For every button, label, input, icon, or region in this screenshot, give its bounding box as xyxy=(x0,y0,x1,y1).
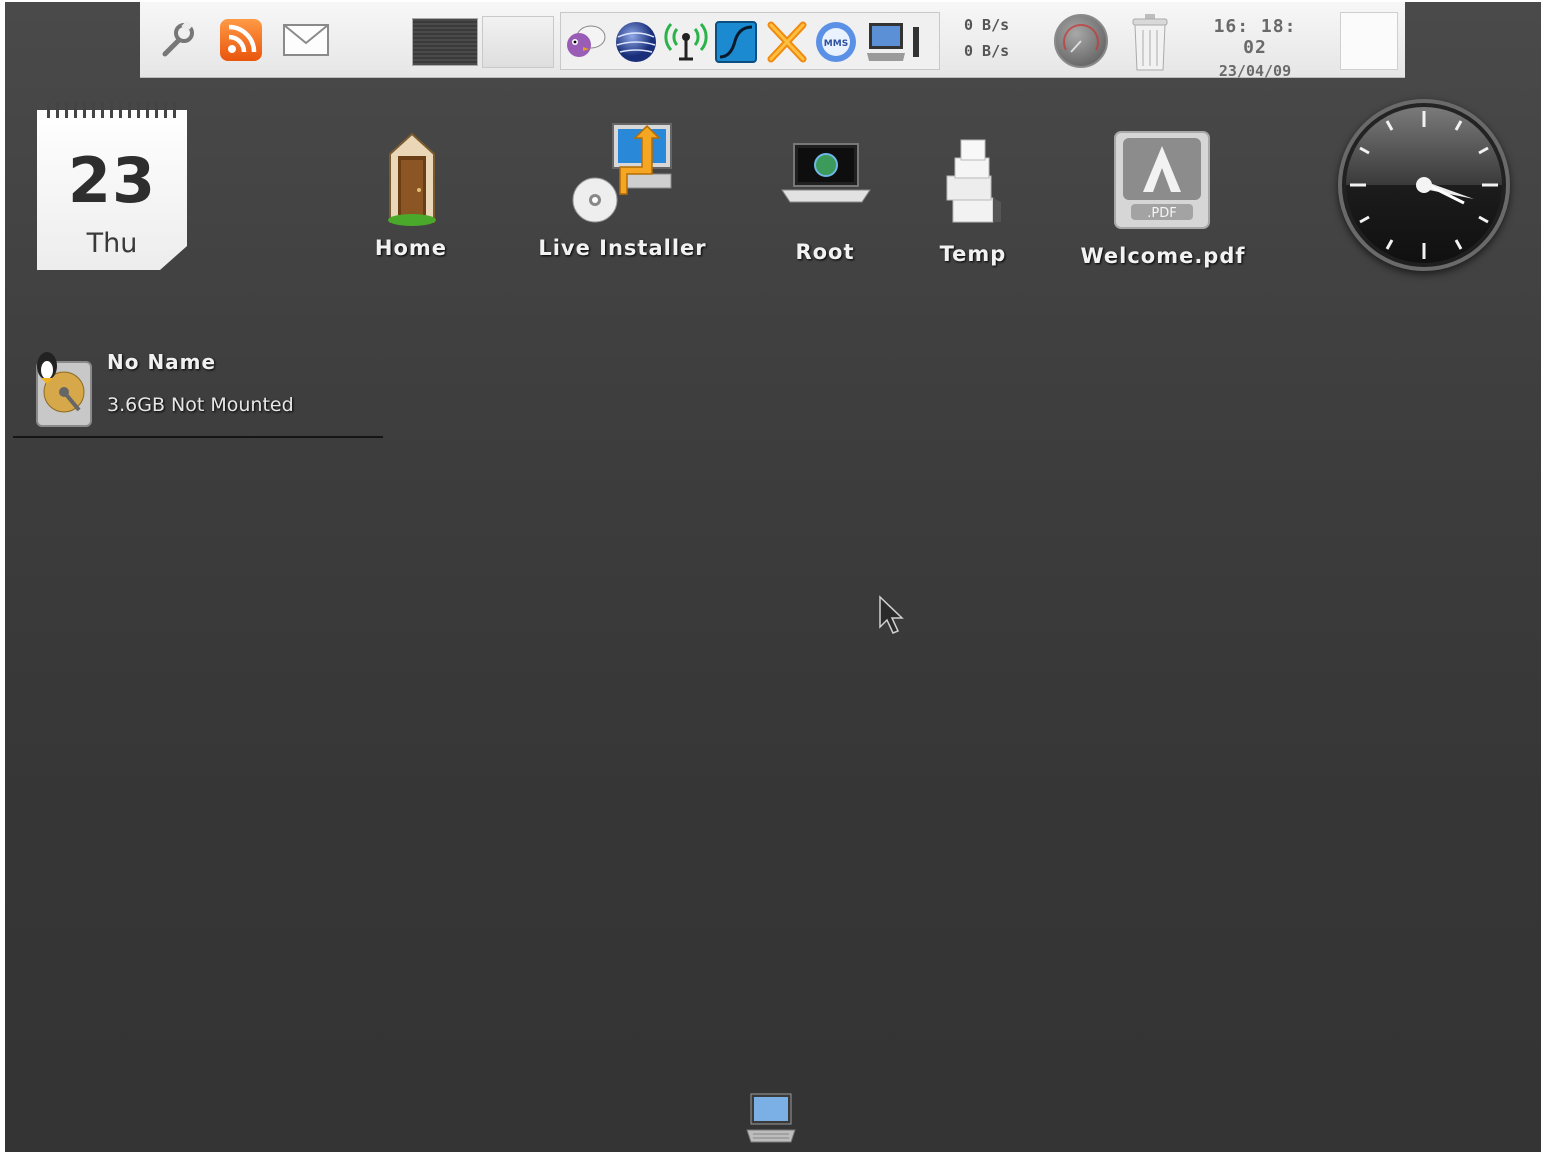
net-upload-speed: 0 B/s xyxy=(964,42,1010,60)
laptop-icon xyxy=(780,142,872,212)
desktop-icon-home[interactable]: Home xyxy=(361,130,461,270)
panel-clock-date: 23/04/09 xyxy=(1218,62,1292,80)
desktop-icon-label: Temp xyxy=(939,242,1007,266)
top-panel: MMS 0 B/s 0 B/s 16: 18: 02 23/04/09 xyxy=(140,2,1405,80)
panel-clock-time: 16: 18: 02 xyxy=(1213,16,1297,58)
net-speed-monitor[interactable]: 0 B/s 0 B/s xyxy=(960,12,1030,70)
pdf-icon: .PDF xyxy=(1113,130,1211,234)
svg-text:.PDF: .PDF xyxy=(1147,206,1176,221)
computer-icon[interactable] xyxy=(745,1092,797,1144)
analog-clock-widget[interactable] xyxy=(1338,99,1510,271)
desktop-icon-label: Live Installer xyxy=(538,236,707,260)
door-icon xyxy=(386,130,438,230)
rss-icon[interactable] xyxy=(220,19,262,61)
desktop[interactable]: MMS 0 B/s 0 B/s 16: 18: 02 23/04/09 23 T… xyxy=(5,2,1541,1152)
envelope-icon[interactable] xyxy=(282,22,330,58)
desktop-icon-root[interactable]: Root xyxy=(775,134,875,274)
show-desktop-button[interactable] xyxy=(1340,12,1398,70)
wrench-icon[interactable] xyxy=(157,20,197,60)
installer-icon xyxy=(571,122,677,230)
trash-icon[interactable] xyxy=(1125,12,1173,72)
cpu-gauge-icon[interactable] xyxy=(1054,14,1108,68)
tray-separator xyxy=(913,27,919,57)
drive-item[interactable]: No Name 3.6GB Not Mounted xyxy=(13,342,383,438)
desktop-icon-label: Home xyxy=(374,236,448,260)
drive-status: 3.6GB Not Mounted xyxy=(107,394,294,416)
boxes-icon xyxy=(941,136,1007,232)
svg-text:MMS: MMS xyxy=(824,39,848,49)
calendar-widget[interactable]: 23 Thu xyxy=(37,102,187,272)
desktop-icon-label: Welcome.pdf xyxy=(1080,244,1246,268)
mouse-cursor-icon xyxy=(878,595,908,643)
hard-drive-icon xyxy=(29,348,95,432)
mms-icon[interactable]: MMS xyxy=(813,19,859,65)
desktop-icon-welcome-pdf[interactable]: .PDF Welcome.pdf xyxy=(1073,130,1253,275)
net-download-speed: 0 B/s xyxy=(964,16,1010,34)
chat-icon[interactable] xyxy=(563,19,609,65)
system-tray: MMS xyxy=(560,12,940,70)
wireless-icon[interactable] xyxy=(663,19,709,65)
desktop-icon-label: Root xyxy=(795,240,855,264)
x-tools-icon[interactable] xyxy=(763,19,809,65)
desktop-icon-live-installer[interactable]: Live Installer xyxy=(535,122,710,272)
monitor-graph-icon[interactable] xyxy=(713,19,759,65)
globe-icon[interactable] xyxy=(613,19,659,65)
calendar-day-name: Thu xyxy=(86,228,138,259)
drive-name: No Name xyxy=(107,350,217,374)
workspace-2[interactable] xyxy=(482,16,554,68)
desktop-icon-temp[interactable]: Temp xyxy=(923,134,1023,274)
workspace-1[interactable] xyxy=(412,18,478,66)
calendar-day-number: 23 xyxy=(67,144,157,217)
calendar-rings xyxy=(47,102,177,118)
panel-clock[interactable]: 16: 18: 02 23/04/09 xyxy=(1200,14,1310,80)
computer-icon[interactable] xyxy=(863,19,909,65)
